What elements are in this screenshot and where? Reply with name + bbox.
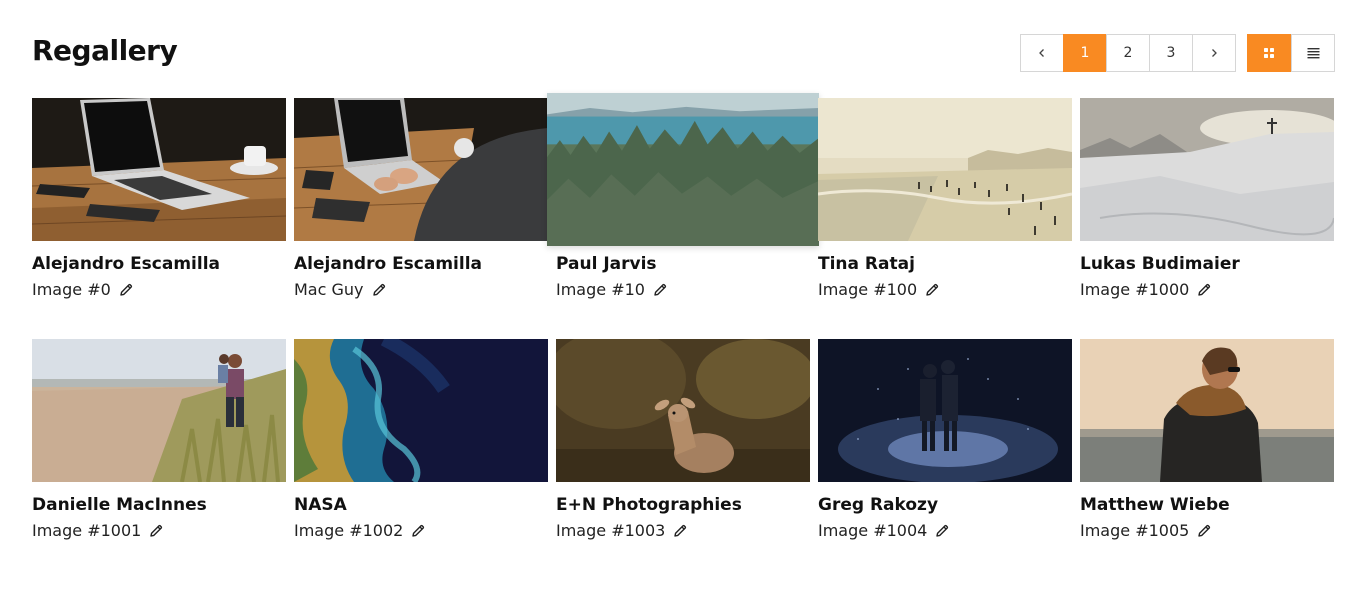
caption-text: Image #1005 [1080,521,1190,540]
image-caption: Image #1002 [294,521,548,540]
image-caption: Image #10 [556,280,810,299]
edit-pencil-icon[interactable] [935,524,949,538]
image-caption: Image #1001 [32,521,286,540]
satellite-photo [294,339,548,482]
gallery-item: Lukas Budimaier Image #1000 [1080,98,1334,299]
gallery-thumbnail[interactable] [32,339,286,482]
gallery-item: E+N Photographies Image #1003 [556,339,810,540]
gallery-thumbnail[interactable] [294,339,548,482]
page-button-2[interactable]: 2 [1106,34,1150,72]
caption-text: Image #1004 [818,521,928,540]
edit-pencil-icon[interactable] [1197,524,1211,538]
gallery-item: NASA Image #1002 [294,339,548,540]
caption-text: Mac Guy [294,280,364,299]
author-name[interactable]: Greg Rakozy [818,495,1072,515]
caption-text: Image #1002 [294,521,404,540]
caption-text: Image #1000 [1080,280,1190,299]
gallery-thumbnail[interactable] [294,98,548,241]
pagination: 1 2 3 [1020,34,1236,72]
author-name[interactable]: NASA [294,495,548,515]
edit-pencil-icon[interactable] [149,524,163,538]
edit-pencil-icon[interactable] [673,524,687,538]
gallery-thumbnail[interactable] [32,98,286,241]
list-view-button[interactable] [1291,34,1335,72]
list-icon [1307,48,1319,59]
gallery-item: Paul Jarvis Image #10 [547,93,819,299]
gallery-item: Matthew Wiebe Image #1005 [1080,339,1334,540]
gallery-thumbnail[interactable] [818,339,1072,482]
chevron-left-icon [1039,49,1044,57]
forest-sea-photo [547,93,819,246]
gallery-item: Tina Rataj Image #100 [818,98,1072,299]
gallery-thumbnail[interactable] [547,93,819,246]
caption-text: Image #100 [818,280,918,299]
image-caption: Mac Guy [294,280,548,299]
page-button-1[interactable]: 1 [1063,34,1107,72]
image-caption: Image #1005 [1080,521,1334,540]
gallery-thumbnail[interactable] [1080,339,1334,482]
beach-walk-photo [32,339,286,482]
gallery-thumbnail[interactable] [556,339,810,482]
image-caption: Image #100 [818,280,1072,299]
gallery-item: Danielle MacInnes Image #1001 [32,339,286,540]
image-caption: Image #1004 [818,521,1072,540]
gallery-item: Alejandro Escamilla Image #0 [32,98,286,299]
edit-pencil-icon[interactable] [372,283,386,297]
author-name[interactable]: Tina Rataj [818,254,1072,274]
snow-mountain-photo [1080,98,1334,241]
caption-text: Image #1001 [32,521,142,540]
grid-view-button[interactable] [1247,34,1291,72]
next-page-button[interactable] [1192,34,1236,72]
edit-pencil-icon[interactable] [411,524,425,538]
laptop-photo [32,98,286,241]
gallery-item: Alejandro Escamilla Mac Guy [294,98,548,299]
author-name[interactable]: Paul Jarvis [556,254,810,274]
fawn-photo [556,339,810,482]
gallery-thumbnail[interactable] [1080,98,1334,241]
gallery-item: Greg Rakozy Image #1004 [818,339,1072,540]
edit-pencil-icon[interactable] [653,283,667,297]
author-name[interactable]: Alejandro Escamilla [294,254,548,274]
author-name[interactable]: Matthew Wiebe [1080,495,1334,515]
view-toggle [1247,34,1335,72]
beach-photo [818,98,1072,241]
image-caption: Image #1000 [1080,280,1334,299]
chevron-right-icon [1212,49,1217,57]
gallery-thumbnail[interactable] [818,98,1072,241]
image-caption: Image #1003 [556,521,810,540]
caption-text: Image #0 [32,280,111,299]
author-name[interactable]: Danielle MacInnes [32,495,286,515]
author-name[interactable]: Lukas Budimaier [1080,254,1334,274]
caption-text: Image #1003 [556,521,666,540]
prev-page-button[interactable] [1020,34,1064,72]
grid-icon [1264,48,1274,58]
edit-pencil-icon[interactable] [925,283,939,297]
page-title: Regallery [32,34,178,67]
page-button-3[interactable]: 3 [1149,34,1193,72]
typing-laptop-photo [294,98,548,241]
image-caption: Image #0 [32,280,286,299]
author-name[interactable]: E+N Photographies [556,495,810,515]
edit-pencil-icon[interactable] [1197,283,1211,297]
night-rain-photo [818,339,1072,482]
edit-pencil-icon[interactable] [119,283,133,297]
author-name[interactable]: Alejandro Escamilla [32,254,286,274]
sunset-person-photo [1080,339,1334,482]
caption-text: Image #10 [556,280,645,299]
